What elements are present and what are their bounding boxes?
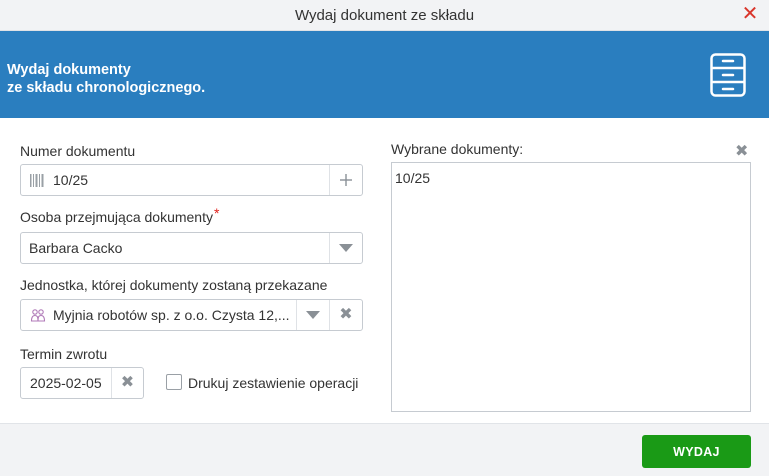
add-document-button[interactable] [329,165,362,195]
return-date-field[interactable]: 2025-02-05 ✖ [20,367,144,399]
unit-label: Jednostka, której dokumenty zostaną prze… [20,277,328,293]
dialog-footer: WYDAJ [0,423,769,476]
barcode-icon [30,174,44,187]
receiver-label: Osoba przejmująca dokumenty* [20,205,219,225]
receiver-dropdown-toggle[interactable] [329,233,362,263]
receiver-select[interactable]: Barbara Cacko [20,232,363,264]
return-date-value: 2025-02-05 [30,375,102,391]
selected-documents-list[interactable]: 10/25 [391,162,751,412]
dialog-title: Wydaj dokument ze składu [294,7,475,24]
plus-icon [340,174,352,186]
return-date-clear-button[interactable]: ✖ [111,368,143,398]
clear-selected-button[interactable]: ✖ [735,143,748,160]
required-marker: * [214,205,220,221]
unit-clear-button[interactable]: ✖ [329,300,362,330]
unit-select[interactable]: Myjnia robotów sp. z o.o. Czysta 12,... … [20,299,363,331]
banner-line-2: ze składu chronologicznego. [7,80,206,96]
receiver-label-text: Osoba przejmująca dokumenty [20,209,213,225]
dialog-titlebar: Wydaj dokument ze składu ✕ [0,0,769,31]
unit-value: Myjnia robotów sp. z o.o. Czysta 12,... [53,307,290,323]
receiver-value: Barbara Cacko [29,240,123,256]
unit-dropdown-toggle[interactable] [296,300,329,330]
print-summary-label[interactable]: Drukuj zestawienie operacji [188,375,358,391]
close-icon[interactable]: ✕ [739,2,761,26]
document-number-label: Numer dokumentu [20,143,136,159]
info-banner: Wydaj dokumenty ze składu chronologiczne… [0,31,769,118]
banner-line-1: Wydaj dokumenty [7,62,131,78]
chevron-down-icon [339,244,353,252]
document-number-field[interactable]: 10/25 [20,164,363,196]
document-number-value: 10/25 [53,172,89,188]
issue-button[interactable]: WYDAJ [642,435,751,468]
return-date-label: Termin zwrotu [20,346,108,362]
clear-icon: ✖ [339,306,353,323]
chevron-down-icon [306,311,320,319]
organization-icon [30,309,46,322]
banner-text: Wydaj dokumenty ze składu chronologiczne… [7,61,205,97]
file-cabinet-icon [710,53,746,97]
clear-icon: ✖ [120,374,135,391]
clear-icon: ✖ [735,143,749,160]
selected-documents-label: Wybrane dokumenty: [391,141,524,157]
print-summary-checkbox[interactable] [166,374,182,390]
